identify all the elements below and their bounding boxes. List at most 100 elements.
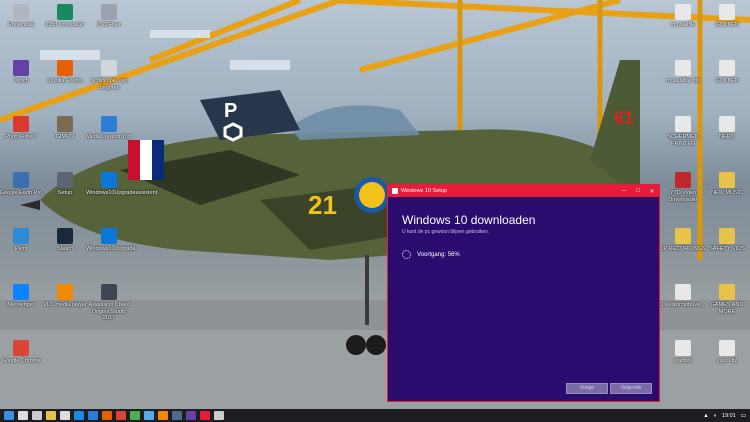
windows-setup-window[interactable]: Windows 10 Setup – □ ✕ Windows 10 downlo… (387, 184, 660, 402)
edge-icon[interactable] (74, 411, 84, 420)
vlc-icon (57, 284, 73, 300)
desktop-icon[interactable]: muvaalfile dfa (660, 60, 706, 85)
file-icon (675, 4, 691, 20)
recycle-bin-icon (13, 4, 29, 20)
desktop-icon[interactable]: GAMES AND MORE (704, 284, 750, 315)
progress-label: Voortgang: 56% (417, 251, 460, 258)
desktop-icon[interactable]: Overkomstbuve... (660, 284, 706, 309)
firefox-icon[interactable] (102, 411, 112, 420)
desktop-icon[interactable]: muvaalfile (660, 4, 706, 29)
store-icon[interactable] (60, 411, 70, 420)
file-icon (675, 116, 691, 132)
desktop-icon[interactable]: LP RECORDINGS (660, 228, 706, 253)
uninstaller-icon (57, 4, 73, 20)
photos-icon[interactable] (144, 411, 154, 420)
network-icon[interactable]: ▲ (703, 413, 708, 419)
desktop-icon[interactable]: Google Chrome (0, 340, 44, 365)
desktop-icon[interactable]: Messenger (0, 284, 44, 309)
desktop-icon-label: Twitch (13, 78, 29, 84)
steam-icon[interactable] (172, 411, 182, 420)
start-icon[interactable] (4, 411, 14, 420)
desktop-icon-label: SAFETY VIDS (709, 246, 745, 252)
spinner-icon (402, 250, 411, 259)
file-icon (719, 4, 735, 20)
folder-icon (719, 228, 735, 244)
windows-setup-icon[interactable] (200, 411, 210, 420)
window-titlebar[interactable]: Windows 10 Setup – □ ✕ (388, 185, 659, 197)
desktop-icon[interactable]: DVDFlyer (86, 4, 132, 29)
steam-icon (57, 228, 73, 244)
next-button[interactable]: Volgende (610, 383, 652, 394)
desktop-icon-label: IObit Uninstaller (45, 22, 85, 28)
desktop-icon-label: Mozilla Firefox (47, 78, 83, 84)
desktop-icon-label: YTD Video Downloader (668, 190, 698, 203)
google-earth-icon (13, 172, 29, 188)
gimp-icon (57, 116, 73, 132)
jet-tail-letter: P (224, 100, 237, 122)
desktop-icon[interactable]: Paint (0, 228, 44, 253)
window-controls: – □ ✕ (617, 188, 659, 195)
dvd-icon (101, 4, 117, 20)
windows-icon (101, 228, 117, 244)
desktop-icon-label: GIMP 2 (55, 134, 75, 140)
explorer-icon[interactable] (46, 411, 56, 420)
desktop-icon[interactable]: SCHERMEN PRINTEN (660, 116, 706, 147)
desktop-icon-label: Windows10Upgrade (86, 246, 136, 252)
desktop-icon[interactable]: Windows10Upgradeassistent (86, 172, 157, 197)
desktop-icon-label: vuur vitz (716, 358, 738, 364)
desktop-icon[interactable]: MediaCreationTool (86, 116, 132, 141)
taskbar-clock[interactable]: 19:01 (722, 413, 736, 419)
desktop-icon[interactable]: Schijfkopie van diegoren (86, 60, 132, 91)
vlc-icon[interactable] (158, 411, 168, 420)
jet-tail-number: 61 (614, 108, 634, 128)
desktop-icon[interactable]: Prullenbak (0, 4, 44, 29)
twitch-icon (13, 60, 29, 76)
notification-icon[interactable]: ▭ (741, 413, 746, 419)
desktop-icon[interactable]: PhotoFiltre 7 (0, 116, 44, 141)
maximize-icon[interactable]: □ (631, 188, 645, 195)
desktop-icon[interactable]: Twitch (0, 60, 44, 85)
desktop-icon[interactable]: Steam (42, 228, 88, 253)
desktop-icon-label: Schijfkopie van diegoren (90, 78, 128, 91)
mail-icon[interactable] (88, 411, 98, 420)
close-icon[interactable]: ✕ (645, 188, 659, 195)
desktop-icon[interactable]: NEW MUSIC (704, 172, 750, 197)
desktop-icon[interactable]: Setup (42, 172, 88, 197)
desktop-icon[interactable]: VLC media player (42, 284, 88, 309)
desktop-icon[interactable]: NERO (704, 116, 750, 141)
disc-icon (101, 60, 117, 76)
desktop-icon[interactable]: SAFETY VIDS (704, 228, 750, 253)
progress-row: Voortgang: 56% (402, 250, 460, 259)
desktop-icon[interactable]: Google Earth Pro (0, 172, 44, 197)
search-icon[interactable] (18, 411, 28, 420)
desktop-icon[interactable]: vuur vitz (704, 340, 750, 365)
task-view-icon[interactable] (32, 411, 42, 420)
back-button[interactable]: Vorige (566, 383, 608, 394)
desktop-icon[interactable]: Windows10Upgrade (86, 228, 136, 253)
volume-icon[interactable]: ◐ (714, 413, 717, 419)
desktop-icon-label: Overkomstbuve... (661, 302, 705, 308)
desktop-icon-label: Prullenbak (8, 22, 34, 28)
desktop-icon[interactable]: Assassins Creed Origins Studio 2017 (86, 284, 132, 322)
desktop-icon[interactable]: GOKKEN (704, 4, 750, 29)
file-icon (719, 116, 735, 132)
desktop-icon-label: VLC media player (43, 302, 87, 308)
firefox-icon (57, 60, 73, 76)
folder-icon (719, 284, 735, 300)
desktop-icon[interactable]: GIMP 2 (42, 116, 88, 141)
desktop-icon-label: NEW MUSIC (710, 190, 744, 196)
media-icon[interactable] (130, 411, 140, 420)
settings-icon[interactable] (214, 411, 224, 420)
twitch-icon[interactable] (186, 411, 196, 420)
chrome-icon[interactable] (116, 411, 126, 420)
desktop-icon[interactable]: YTD Video Downloader (660, 172, 706, 203)
desktop-icon[interactable]: GOKKEN (704, 60, 750, 85)
jet-nose-number: 21 (308, 190, 337, 220)
desktop-icon[interactable]: wartbrk (660, 340, 706, 365)
game-icon (101, 284, 117, 300)
desktop-icon[interactable]: Mozilla Firefox (42, 60, 88, 85)
messenger-icon (13, 284, 29, 300)
minimize-icon[interactable]: – (617, 188, 631, 195)
desktop-icon[interactable]: IObit Uninstaller (42, 4, 88, 29)
desktop-icon-label: NERO (719, 134, 735, 140)
